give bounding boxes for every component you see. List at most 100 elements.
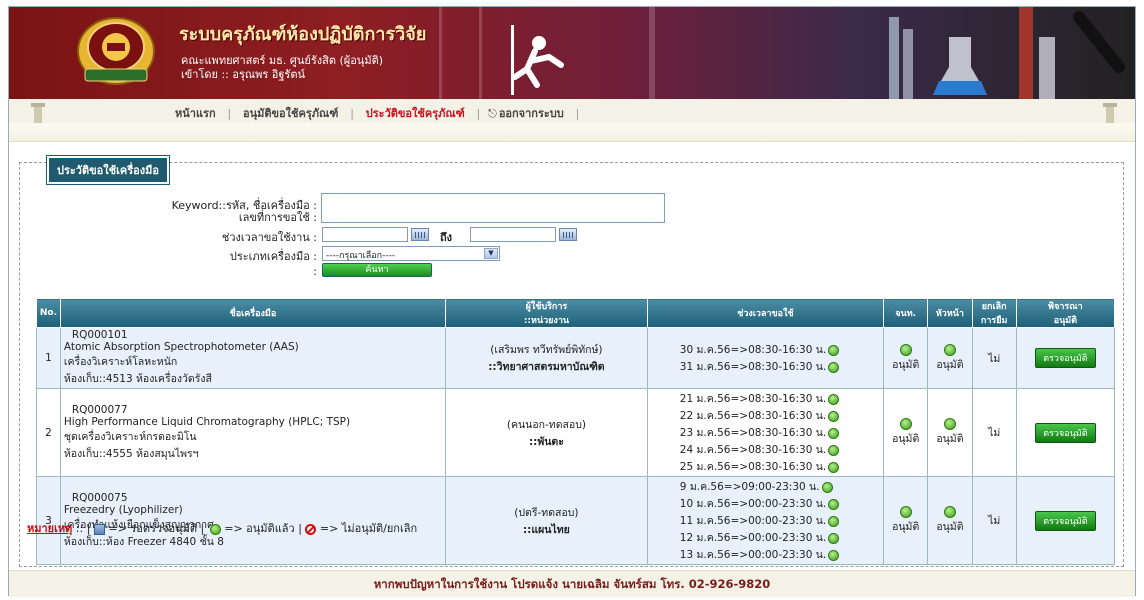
head-status: อนุมัติ [936,358,964,371]
start-date-input[interactable] [322,227,408,242]
rejected-icon [305,523,317,535]
note-sep: :: | [75,522,91,535]
approved-check-icon [828,410,840,422]
col-staff: จนท. [883,298,929,328]
equipment-name-en: High Performance Liquid Chromatography (… [63,415,351,428]
col-user: ผู้ใช้บริการ::หน่วยงาน [445,298,648,328]
type-label: ประเภทเครื่องมือ : [229,250,317,263]
action-cell: ตรวจอนุมัติ [1015,327,1116,389]
to-label: ถึง [439,231,453,244]
sub-header-strip [9,123,1135,142]
equipment-name-th: ชุดเครื่องวิเคราะห์กรดอะมิโน [63,430,197,443]
period-item: 25 ม.ค.56=>08:30-16:30 น. [679,461,827,473]
login-user-text: เข้าโดย :: อรุณพร อิฐรัตน์ [181,68,305,81]
logout-icon: ⎋ [488,107,497,120]
review-approve-button[interactable]: ตรวจอนุมัติ [1035,510,1096,531]
equipment-name-th: เครื่องวิเคราะห์โลหะหนัก [63,356,178,368]
cancel-cell: ไม่ [971,388,1017,477]
request-code: RQ000075 [71,491,128,504]
staff-cell: อนุมัติ [883,476,929,565]
period-item: 12 ม.ค.56=>00:00-23:30 น. [679,532,827,544]
period-item: 24 ม.ค.56=>08:30-16:30 น. [679,444,827,456]
table-row: 2 RQ000077 High Performance Liquid Chrom… [36,388,1116,477]
nav-approve-equipment[interactable]: อนุมัติขอใช้ครุภัณฑ์ [243,107,338,120]
head-cell: อนุมัติ [927,388,973,477]
staff-status: อนุมัติ [892,358,920,371]
staff-status: อนุมัติ [892,521,920,533]
search-button[interactable]: ค้นหา [322,263,432,277]
app-title: ระบบครุภัณฑ์ห้องปฏิบัติการวิจัย [179,24,427,45]
request-code: RQ000101 [71,329,128,341]
user-name: (เสริมพร ทวีทรัพย์พิทักษ์) [490,344,603,356]
calendar-icon[interactable] [559,228,577,241]
period-item: 30 ม.ค.56=>08:30-16:30 น. [679,344,827,356]
lab-glassware-illustration [889,7,1125,99]
request-code: RQ000077 [71,403,128,416]
head-cell: อนุมัติ [927,476,973,565]
keyword-input[interactable] [321,193,665,223]
nav-home[interactable]: หน้าแรก [175,107,216,120]
note-label: หมายเหตุ [27,522,73,535]
select-value: ----กรุณาเลือก---- [326,251,396,261]
user-dept: ::แผนไทย [522,523,570,536]
approved-check-icon [828,393,840,405]
period-item: 13 ม.ค.56=>00:00-23:30 น. [679,549,827,561]
user-name: (ปตรี-ทดสอบ) [514,506,579,519]
period-item: 31 ม.ค.56=>08:30-16:30 น. [679,361,827,373]
period-item: 10 ม.ค.56=>00:00-23:30 น. [679,498,827,510]
approved-check-icon [828,427,840,439]
table-row: 1 RQ000101 Atomic Absorption Spectrophot… [36,327,1116,389]
header-banner: ระบบครุภัณฑ์ห้องปฏิบัติการวิจัย คณะแพทยศ… [9,7,1135,99]
note-rejected: => ไม่อนุมัติ/ยกเลิก [319,522,418,535]
col-no: No. [36,298,61,328]
hourglass-icon [93,523,105,535]
col-period: ช่วงเวลาขอใช้ [646,298,885,328]
status-legend: หมายเหตุ :: | => รอตรวจอนุมัติ | => อนุม… [27,519,417,537]
runner-illustration [511,25,564,95]
approved-check-icon [943,418,956,430]
approved-check-icon [828,549,840,561]
end-date-input[interactable] [470,227,556,242]
approved-check-icon [209,523,221,535]
cancel-cell: ไม่ [971,476,1017,565]
approved-check-icon [828,361,840,373]
footer-contact: หากพบปัญหาในการใช้งาน โปรดแจ้ง นายเฉลิม … [9,570,1135,597]
nav-history[interactable]: ประวัติขอใช้ครุภัณฑ์ [366,107,465,120]
approved-check-icon [943,343,956,356]
note-pending: => รอตรวจอนุมัติ | [108,522,205,535]
period-cell: 9 ม.ค.56=>09:00-23:30 น. 10 ม.ค.56=>00:0… [646,476,885,565]
user-cell: (เสริมพร ทวีทรัพย์พิทักษ์) ::วิทยาศาสตรม… [445,327,648,389]
user-cell: (ปตรี-ทดสอบ) ::แผนไทย [445,476,648,565]
equipment-room: ห้องเก็บ::4513 ห้องเครื่องวัดรังสี [63,373,212,385]
period-item: 9 ม.ค.56=>09:00-23:30 น. [679,481,820,493]
user-dept: ::วิทยาศาสตรมหาบัณฑิต [488,361,605,373]
approved-check-icon [899,506,912,518]
approved-check-icon [828,498,840,510]
action-cell: ตรวจอนุมัติ [1015,388,1116,477]
approved-check-icon [828,344,840,356]
equipment-cell: RQ000101 Atomic Absorption Spectrophotom… [59,327,447,389]
approved-check-icon [899,343,912,356]
staff-status: อนุมัติ [892,433,920,445]
period-label: ช่วงเวลาขอใช้งาน : [221,231,317,244]
main-menu: หน้าแรก | อนุมัติขอใช้ครุภัณฑ์ | ประวัติ… [175,107,580,120]
col-head: หัวหน้า [927,298,973,328]
approved-check-icon [828,515,840,527]
approved-check-icon [828,444,840,456]
calendar-icon[interactable] [411,228,429,241]
row-no: 2 [36,388,61,477]
equipment-type-select[interactable]: ----กรุณาเลือก---- ▼ [322,246,500,261]
user-dept: ::พันตะ [528,435,564,448]
head-status: อนุมัติ [936,521,964,533]
action-cell: ตรวจอนุมัติ [1015,476,1116,565]
approved-check-icon [828,461,840,473]
chevron-down-icon: ▼ [484,248,498,259]
head-cell: อนุมัติ [927,327,973,389]
nav-logout[interactable]: ออกจากระบบ [499,107,564,120]
approved-check-icon [899,418,912,430]
review-approve-button[interactable]: ตรวจอนุมัติ [1035,348,1096,368]
page-frame: ระบบครุภัณฑ์ห้องปฏิบัติการวิจัย คณะแพทยศ… [8,6,1136,597]
cancel-cell: ไม่ [971,327,1017,389]
period-item: 22 ม.ค.56=>08:30-16:30 น. [679,410,827,422]
review-approve-button[interactable]: ตรวจอนุมัติ [1035,422,1096,443]
